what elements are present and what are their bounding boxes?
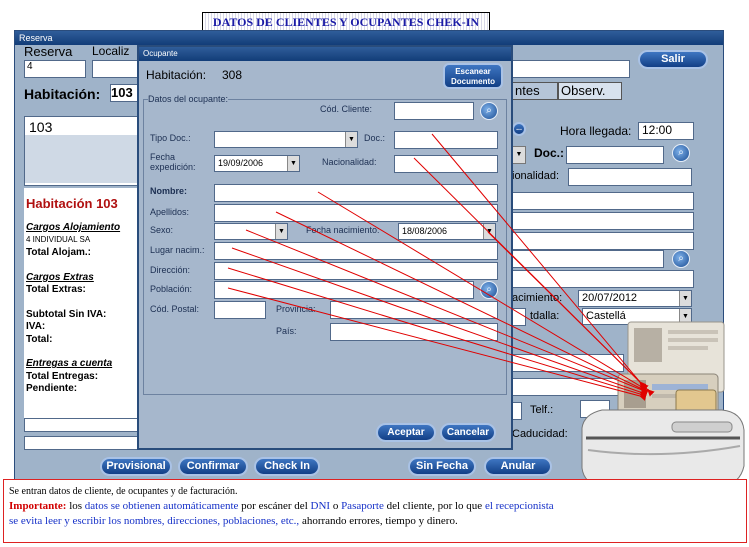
note-text-5: se evita leer y escribir los nombres, di… <box>9 515 300 527</box>
note-text-4: del cliente, por lo que <box>383 500 485 512</box>
note-blue-3: Pasaporte <box>341 500 384 512</box>
arrow-lugar <box>231 247 647 398</box>
note-line3: se evita leer y escribir los nombres, di… <box>9 514 741 529</box>
arrow-doc <box>431 133 647 389</box>
note-blue-2: DNI <box>310 500 331 512</box>
note-text-3: o <box>330 500 342 512</box>
arrow-poblacion <box>227 287 647 401</box>
scan-arrows <box>227 133 655 401</box>
arrow-apellidos <box>275 211 647 394</box>
note-text-2: por escáner del <box>238 500 311 512</box>
note-line1: Se entran datos de cliente, de ocupantes… <box>9 486 238 497</box>
explanation-note: Se entran datos de cliente, de ocupantes… <box>3 479 747 543</box>
arrow-direccion <box>227 267 647 400</box>
note-text-6: ahorrando errores, tiempo y dinero. <box>299 515 458 527</box>
note-importante: Importante: <box>9 500 67 512</box>
note-blue-4: el recepcionista <box>484 500 554 512</box>
note-text-1: los <box>66 500 85 512</box>
arrow-nombre <box>317 191 647 393</box>
arrows-overlay <box>227 133 655 401</box>
note-blue-1: datos se obtienen automáticamente <box>84 500 239 512</box>
note-line2: Importante: los datos se obtienen automá… <box>9 499 741 514</box>
arrow-sexo <box>245 229 649 396</box>
